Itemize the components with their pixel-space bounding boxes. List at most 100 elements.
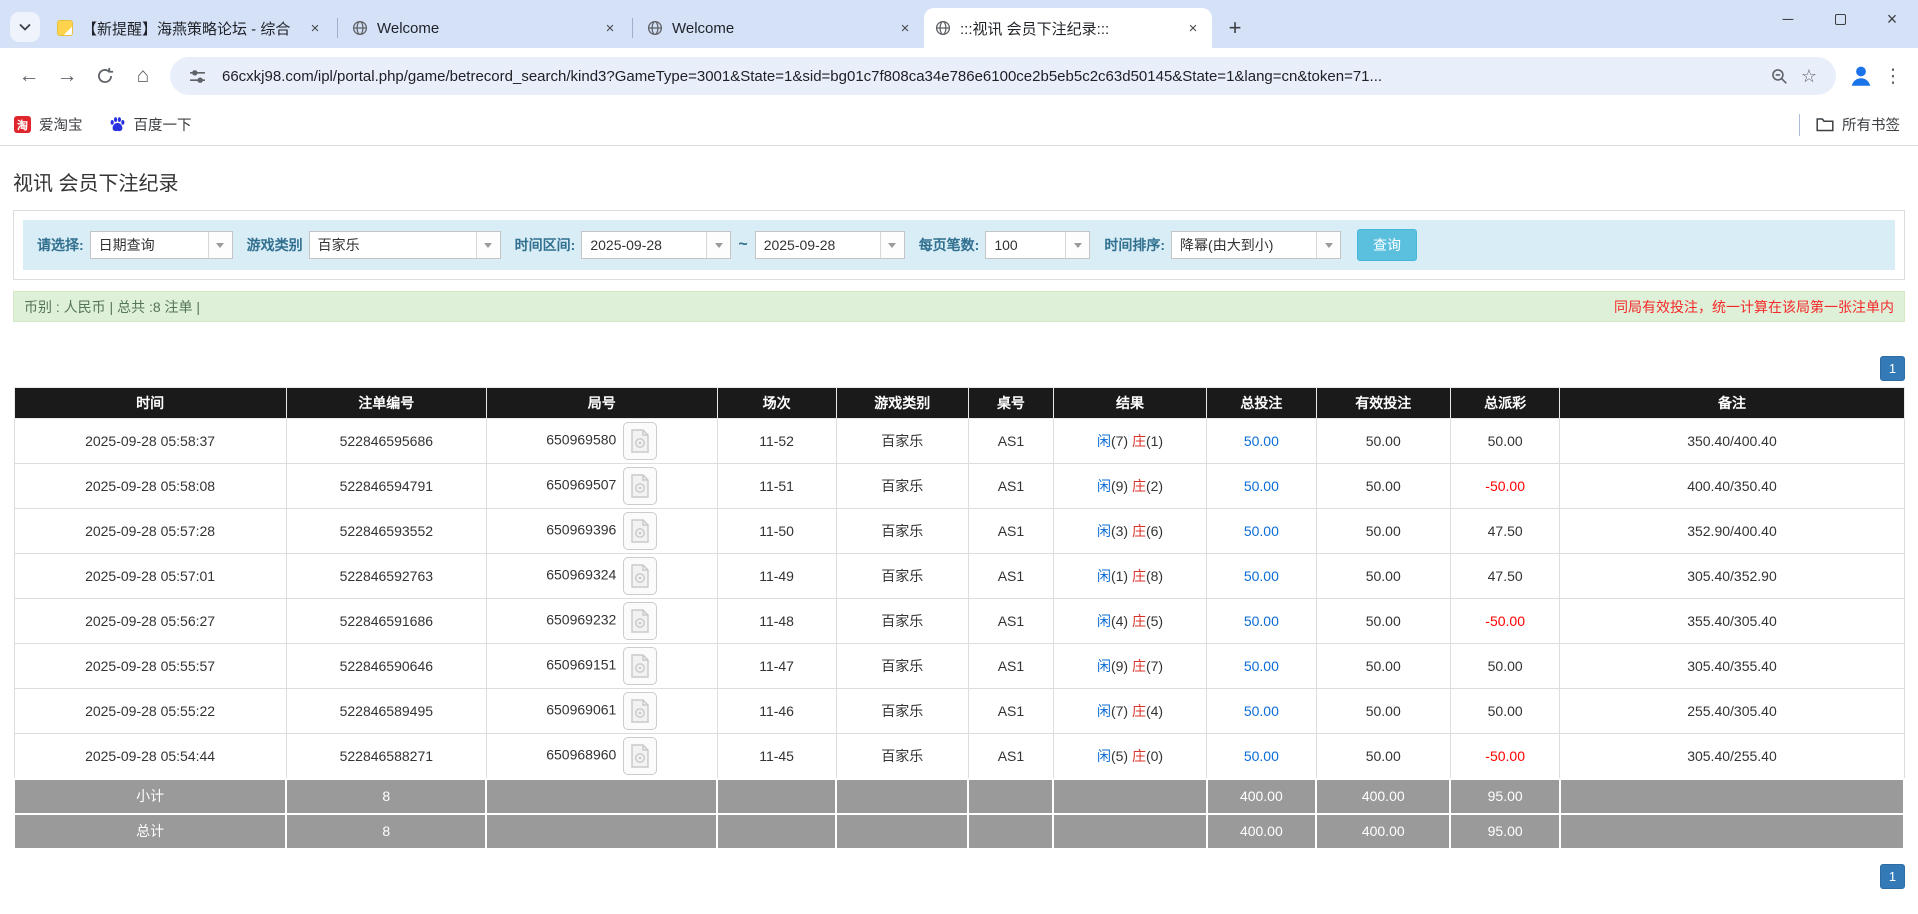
chevron-down-icon[interactable]: [706, 232, 730, 258]
query-type-input[interactable]: [91, 232, 208, 258]
cell-total-bet[interactable]: 50.00: [1207, 464, 1317, 509]
chevron-down-icon[interactable]: [476, 232, 500, 258]
sort-input[interactable]: [1172, 232, 1316, 258]
cell-result: 闲(9) 庄(7): [1053, 644, 1206, 689]
cell-total-bet[interactable]: 50.00: [1207, 419, 1317, 464]
page-1-button[interactable]: 1: [1880, 356, 1905, 381]
chevron-down-icon[interactable]: [1316, 232, 1340, 258]
url-text: 66cxkj98.com/ipl/portal.php/game/betreco…: [222, 68, 1764, 85]
document-favicon-icon: [56, 20, 73, 37]
chevron-down-icon[interactable]: [880, 232, 904, 258]
cell-game-type: 百家乐: [836, 554, 968, 599]
round-video-button[interactable]: [623, 737, 657, 775]
profile-avatar[interactable]: [1844, 59, 1878, 93]
round-video-button[interactable]: [623, 692, 657, 730]
foot-label: 总计: [14, 814, 286, 849]
tab-title: :::视讯 会员下注纪录:::: [960, 18, 1176, 39]
new-tab-button[interactable]: +: [1220, 13, 1250, 43]
cell-total-bet[interactable]: 50.00: [1207, 734, 1317, 779]
cell-total-bet[interactable]: 50.00: [1207, 554, 1317, 599]
cell-session: 11-50: [717, 509, 836, 554]
cell-time: 2025-09-28 05:57:28: [14, 509, 286, 554]
cell-bet-id: 522846591686: [286, 599, 486, 644]
page-size-combobox[interactable]: [985, 231, 1090, 259]
tab-close-icon[interactable]: ×: [1184, 19, 1202, 37]
chevron-down-icon[interactable]: [1065, 232, 1089, 258]
date-from-picker[interactable]: [581, 231, 731, 259]
cell-total-bet[interactable]: 50.00: [1207, 509, 1317, 554]
cell-valid-bet: 50.00: [1316, 554, 1450, 599]
cell-game-type: 百家乐: [836, 509, 968, 554]
page-1-button[interactable]: 1: [1880, 864, 1905, 889]
all-bookmarks-button[interactable]: 所有书签: [1816, 114, 1900, 135]
result-banker: 庄: [1132, 433, 1146, 449]
cell-bet-id: 522846590646: [286, 644, 486, 689]
tab-forum[interactable]: 【新提醒】海燕策略论坛 - 综合 ×: [46, 8, 334, 48]
date-to-input[interactable]: [756, 232, 880, 258]
address-bar[interactable]: 66cxkj98.com/ipl/portal.php/game/betreco…: [170, 57, 1836, 95]
cell-total-bet[interactable]: 50.00: [1207, 689, 1317, 734]
foot-payout: 95.00: [1450, 814, 1560, 849]
cell-time: 2025-09-28 05:57:01: [14, 554, 286, 599]
tab-separator: [337, 18, 338, 38]
round-id-text: 650968960: [546, 746, 616, 762]
game-type-combobox[interactable]: [309, 231, 501, 259]
zoom-indicator-icon[interactable]: [1764, 61, 1794, 91]
tab-close-icon[interactable]: ×: [601, 19, 619, 37]
minimize-button[interactable]: ─: [1762, 0, 1814, 38]
tab-close-icon[interactable]: ×: [896, 19, 914, 37]
table-footer: 小计8400.00400.0095.00总计8400.00400.0095.00: [14, 779, 1904, 849]
video-clip-icon: [630, 699, 650, 723]
tab-welcome-2[interactable]: Welcome ×: [636, 8, 924, 48]
round-id-text: 650969396: [546, 522, 616, 538]
chevron-down-icon[interactable]: [208, 232, 232, 258]
cell-total-bet[interactable]: 50.00: [1207, 599, 1317, 644]
round-video-button[interactable]: [623, 602, 657, 640]
bookmark-baidu[interactable]: 百度一下: [109, 114, 192, 135]
site-info-icon[interactable]: [182, 61, 212, 91]
result-player: 闲: [1097, 613, 1111, 629]
round-video-button[interactable]: [623, 557, 657, 595]
result-player: 闲: [1097, 568, 1111, 584]
bookmark-label: 爱淘宝: [39, 114, 83, 135]
back-button[interactable]: ←: [10, 57, 48, 95]
game-type-input[interactable]: [310, 232, 476, 258]
sort-combobox[interactable]: [1171, 231, 1341, 259]
date-from-input[interactable]: [582, 232, 706, 258]
round-video-button[interactable]: [623, 422, 657, 460]
cell-note: 255.40/305.40: [1560, 689, 1904, 734]
bookmark-star-icon[interactable]: ☆: [1794, 61, 1824, 91]
close-button[interactable]: ×: [1866, 0, 1918, 38]
cell-total-bet[interactable]: 50.00: [1207, 644, 1317, 689]
chevron-down-icon: [19, 23, 31, 31]
forward-button[interactable]: →: [48, 57, 86, 95]
query-type-combobox[interactable]: [90, 231, 233, 259]
cell-valid-bet: 50.00: [1316, 464, 1450, 509]
home-button[interactable]: ⌂: [124, 57, 162, 95]
round-video-button[interactable]: [623, 512, 657, 550]
bookmark-taobao[interactable]: 淘 爱淘宝: [14, 114, 83, 135]
browser-menu-icon[interactable]: ⋮: [1878, 61, 1908, 91]
round-video-button[interactable]: [623, 467, 657, 505]
tab-welcome-1[interactable]: Welcome ×: [341, 8, 629, 48]
round-video-button[interactable]: [623, 647, 657, 685]
column-header: 有效投注: [1316, 388, 1450, 419]
tab-betrecord-active[interactable]: :::视讯 会员下注纪录::: ×: [924, 8, 1212, 48]
date-to-picker[interactable]: [755, 231, 905, 259]
cell-note: 305.40/255.40: [1560, 734, 1904, 779]
foot-empty: [486, 814, 717, 849]
pagination-bottom: 1: [13, 864, 1905, 889]
select-type-label: 请选择:: [37, 235, 84, 255]
maximize-button[interactable]: [1814, 0, 1866, 38]
taobao-icon: 淘: [14, 116, 31, 133]
tab-search-button[interactable]: [10, 12, 40, 42]
result-banker-score: (5): [1146, 613, 1163, 629]
page-size-input[interactable]: [986, 232, 1065, 258]
table-row: 2025-09-28 05:55:22522846589495650969061…: [14, 689, 1904, 734]
valid-bet-note: 同局有效投注，统一计算在该局第一张注单内: [1614, 297, 1894, 317]
search-button[interactable]: 查询: [1357, 229, 1417, 261]
round-id-text: 650969324: [546, 567, 616, 583]
tab-close-icon[interactable]: ×: [306, 19, 324, 37]
refresh-button[interactable]: [86, 57, 124, 95]
cell-result: 闲(9) 庄(2): [1053, 464, 1206, 509]
